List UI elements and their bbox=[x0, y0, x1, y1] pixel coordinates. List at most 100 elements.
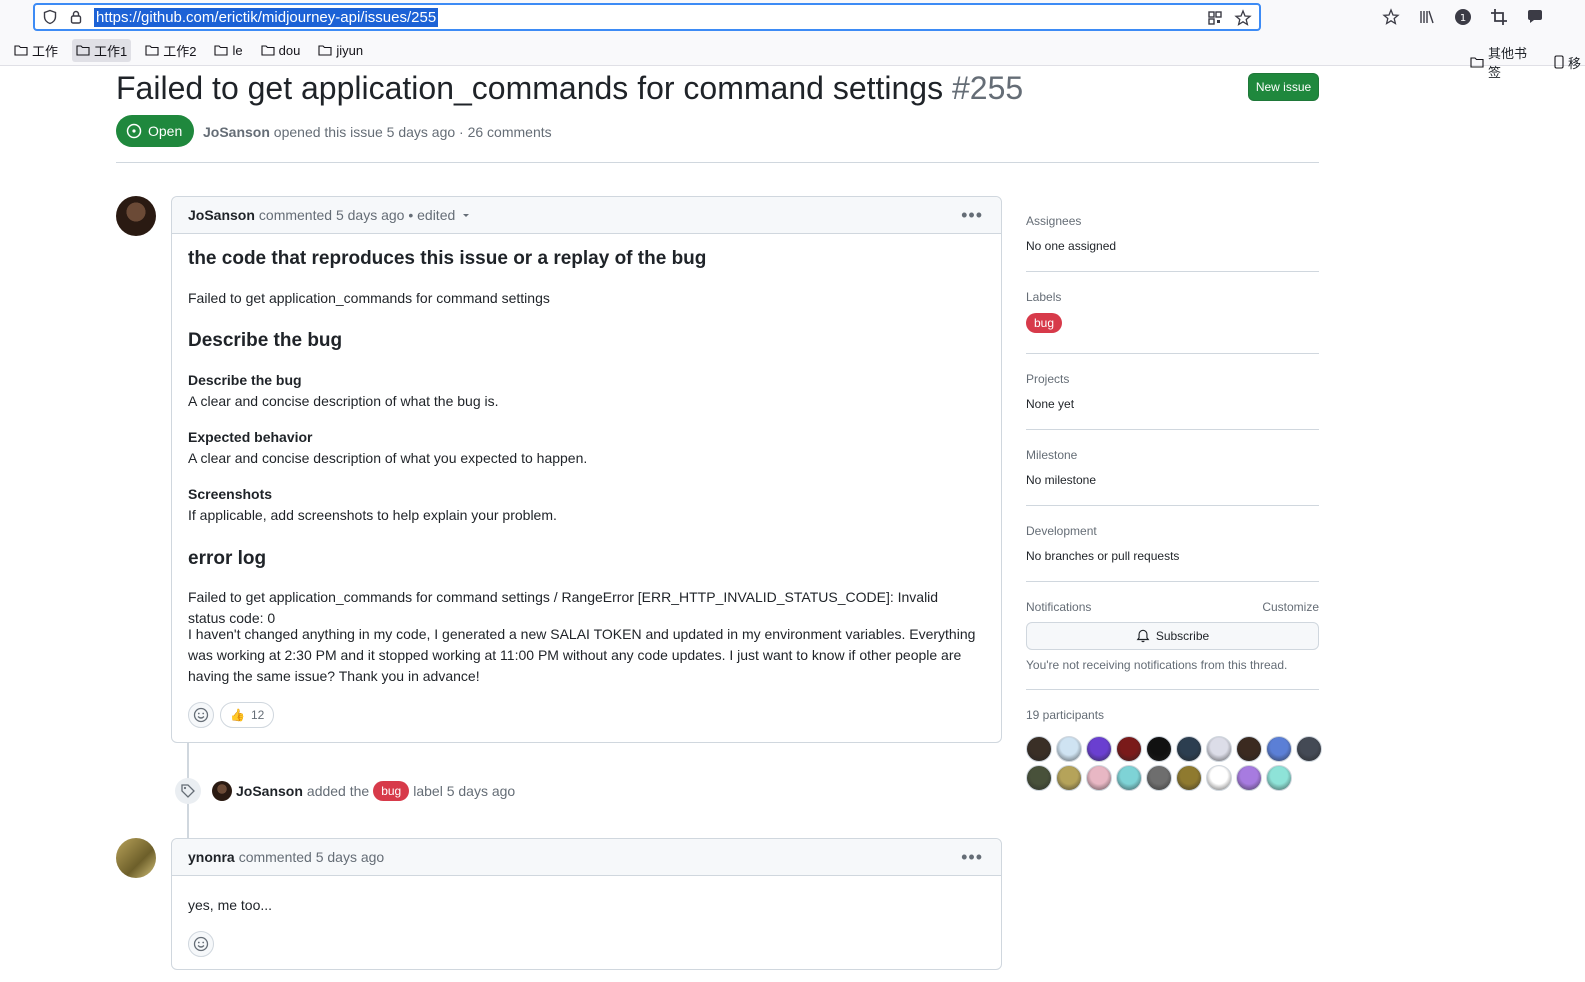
bookmark-folder-3[interactable]: le bbox=[210, 41, 246, 60]
kebab-menu-icon[interactable]: ••• bbox=[961, 205, 983, 226]
crop-icon[interactable] bbox=[1488, 6, 1510, 28]
participant-avatar[interactable] bbox=[1176, 736, 1202, 762]
participant-avatar[interactable] bbox=[1056, 736, 1082, 762]
para-body: I haven't changed anything in my code, I… bbox=[188, 626, 976, 684]
sidebar-heading[interactable]: Labels bbox=[1026, 290, 1319, 304]
sidebar-heading[interactable]: Milestone bbox=[1026, 448, 1319, 462]
screenshots-title: Screenshots bbox=[188, 486, 273, 502]
bell-icon bbox=[1136, 629, 1150, 643]
reaction-thumbsup[interactable]: 👍 12 bbox=[220, 702, 275, 728]
sidebar-heading[interactable]: Development bbox=[1026, 524, 1319, 538]
participant-avatar[interactable] bbox=[1026, 765, 1052, 791]
subscribe-label: Subscribe bbox=[1155, 629, 1210, 643]
participant-avatar[interactable] bbox=[1116, 765, 1142, 791]
comment-header: ynonra commented 5 days ago ••• bbox=[172, 839, 1001, 876]
describe-title: Describe the bug bbox=[188, 372, 302, 388]
bookmark-folder-2[interactable]: 工作2 bbox=[141, 39, 200, 62]
issue-author-link[interactable]: JoSanson bbox=[203, 124, 270, 140]
reactions-bar: 👍 12 bbox=[188, 702, 275, 728]
comment-author-link[interactable]: ynonra bbox=[188, 849, 235, 865]
thumbsup-emoji: 👍 bbox=[230, 707, 245, 722]
new-issue-button[interactable]: New issue bbox=[1248, 73, 1319, 101]
heading-error-log: error log bbox=[188, 548, 267, 569]
participant-avatar[interactable] bbox=[1236, 736, 1262, 762]
reading-list-icon[interactable] bbox=[1380, 6, 1402, 28]
participant-avatar[interactable] bbox=[1056, 765, 1082, 791]
add-reaction-button[interactable] bbox=[188, 931, 214, 957]
bug-label[interactable]: bug bbox=[373, 781, 410, 801]
bookmark-folder-4[interactable]: dou bbox=[257, 41, 305, 60]
participant-avatar[interactable] bbox=[1146, 736, 1172, 762]
bookmark-folder-5[interactable]: jiyun bbox=[314, 41, 367, 60]
address-bar[interactable]: https://github.com/erictik/midjourney-ap… bbox=[33, 3, 1261, 31]
participant-avatar[interactable] bbox=[1266, 765, 1292, 791]
expected-title: Expected behavior bbox=[188, 429, 313, 445]
participant-avatar[interactable] bbox=[1206, 765, 1232, 791]
comment-meta[interactable]: commented 5 days ago • edited bbox=[259, 207, 455, 223]
bookmark-star-icon[interactable] bbox=[1233, 8, 1253, 28]
subscribe-button[interactable]: Subscribe bbox=[1026, 622, 1319, 650]
screenshots-text: If applicable, add screenshots to help e… bbox=[188, 507, 557, 523]
issue-title-text: Failed to get application_commands for c… bbox=[116, 70, 944, 106]
bookmark-label: 工作 bbox=[32, 43, 59, 59]
folder-icon bbox=[1470, 57, 1484, 68]
participant-avatar[interactable] bbox=[1146, 765, 1172, 791]
heading-reproduce: the code that reproduces this issue or a… bbox=[188, 248, 707, 269]
sidebar-development: Development No branches or pull requests bbox=[1026, 524, 1319, 563]
qr-code-icon[interactable] bbox=[1205, 8, 1225, 28]
comment-author-link[interactable]: JoSanson bbox=[188, 207, 255, 223]
sidebar-labels: Labels bug bbox=[1026, 290, 1319, 333]
shield-icon[interactable] bbox=[40, 7, 60, 27]
participant-avatar[interactable] bbox=[1206, 736, 1232, 762]
participant-avatar[interactable] bbox=[1026, 736, 1052, 762]
event-post-text[interactable]: label 5 days ago bbox=[413, 783, 515, 799]
participant-avatar[interactable] bbox=[1176, 765, 1202, 791]
issue-state-badge: Open bbox=[116, 115, 195, 147]
phone-icon bbox=[1554, 55, 1564, 69]
mobile-bookmarks-folder[interactable]: 移 bbox=[1550, 51, 1585, 74]
bookmark-folder-0[interactable]: 工作 bbox=[10, 39, 62, 62]
url-text[interactable]: https://github.com/erictik/midjourney-ap… bbox=[94, 7, 439, 27]
customize-link[interactable]: Customize bbox=[1262, 600, 1319, 614]
participant-avatar[interactable] bbox=[1086, 765, 1112, 791]
tag-icon bbox=[175, 778, 201, 804]
event-actor-link[interactable]: JoSanson bbox=[236, 783, 303, 799]
library-icon[interactable] bbox=[1416, 6, 1438, 28]
sidebar-divider bbox=[1026, 689, 1319, 690]
event-actor-avatar[interactable] bbox=[212, 781, 232, 801]
sidebar-participants: 19 participants bbox=[1026, 708, 1319, 722]
sidebar-divider bbox=[1026, 353, 1319, 354]
caret-down-icon[interactable] bbox=[461, 210, 471, 220]
notifications-note: You're not receiving notifications from … bbox=[1026, 658, 1288, 672]
other-bookmarks-folder[interactable]: 其他书签 bbox=[1466, 41, 1538, 83]
extension-badge-icon[interactable]: 1 bbox=[1452, 6, 1474, 28]
lock-icon[interactable] bbox=[66, 7, 86, 27]
sidebar-heading: 19 participants bbox=[1026, 708, 1105, 722]
folder-icon bbox=[76, 45, 90, 56]
bug-label[interactable]: bug bbox=[1026, 313, 1063, 333]
add-reaction-button[interactable] bbox=[188, 702, 214, 728]
expected-text: A clear and concise description of what … bbox=[188, 450, 588, 466]
comment-meta[interactable]: commented 5 days ago bbox=[239, 849, 385, 865]
issue-meta-text: opened this issue 5 days ago · 26 commen… bbox=[273, 124, 552, 140]
participant-avatar[interactable] bbox=[1086, 736, 1112, 762]
avatar-josanson[interactable] bbox=[116, 196, 156, 236]
sidebar-assignees: Assignees No one assigned bbox=[1026, 214, 1319, 253]
bookmark-label: 工作1 bbox=[94, 43, 128, 59]
participant-avatar[interactable] bbox=[1116, 736, 1142, 762]
sidebar-divider bbox=[1026, 271, 1319, 272]
sidebar-value: No milestone bbox=[1026, 473, 1097, 487]
folder-icon bbox=[14, 45, 28, 56]
participant-avatar[interactable] bbox=[1296, 736, 1322, 762]
participant-avatar[interactable] bbox=[1236, 765, 1262, 791]
sidebar-heading[interactable]: Assignees bbox=[1026, 214, 1319, 228]
participant-avatar[interactable] bbox=[1266, 736, 1292, 762]
sidebar-heading[interactable]: Projects bbox=[1026, 372, 1319, 386]
kebab-menu-icon[interactable]: ••• bbox=[961, 847, 983, 868]
chat-icon[interactable] bbox=[1524, 6, 1546, 28]
sidebar-divider bbox=[1026, 505, 1319, 506]
folder-icon bbox=[318, 45, 332, 56]
folder-icon bbox=[145, 45, 159, 56]
bookmark-folder-1[interactable]: 工作1 bbox=[72, 38, 132, 62]
avatar-ynonra[interactable] bbox=[116, 838, 156, 878]
